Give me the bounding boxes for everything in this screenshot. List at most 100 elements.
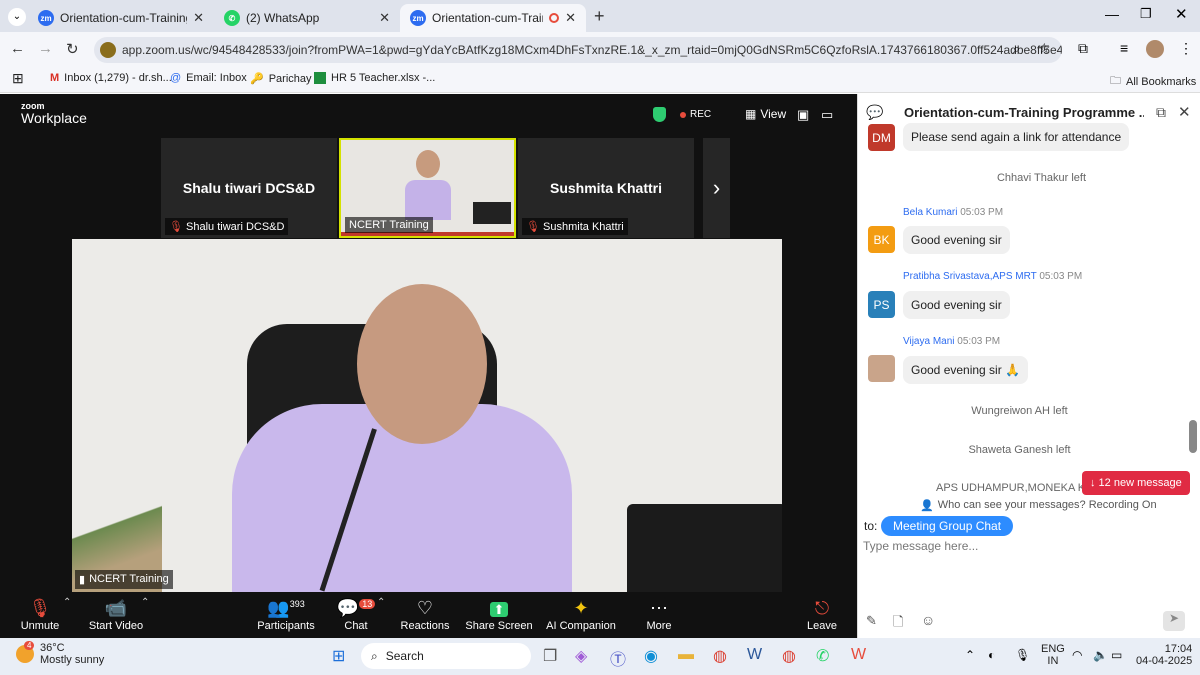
recording-indicator-icon [549, 13, 560, 23]
tab-zoom-1[interactable]: zm Orientation-cum-Training Progr ✕ [28, 4, 214, 32]
leave-button[interactable]: ⎋ Leave [782, 598, 862, 632]
recording-badge[interactable]: REC [680, 109, 711, 120]
avatar: PS [868, 291, 895, 318]
new-messages-button[interactable]: ↓ 12 new message [1082, 471, 1190, 495]
gallery-layout-icon[interactable]: ▣ [797, 107, 809, 123]
lang-code: ENG [1041, 643, 1065, 655]
message-time: 05:03 PM [957, 336, 1001, 347]
bookmark-parichay[interactable]: 🔑 Parichay [250, 72, 312, 86]
language-indicator[interactable]: ENG IN [1041, 643, 1065, 667]
chat-title: Orientation-cum-Training Programme ... [904, 105, 1144, 120]
chat-badge: 13 [359, 599, 376, 609]
new-tab-button[interactable]: + [594, 6, 605, 27]
minimize-icon[interactable]: — [1105, 6, 1119, 22]
url-field[interactable]: app.zoom.us/wc/94548428533/join?fromPWA=… [94, 37, 1062, 63]
share-screen-button[interactable]: ⬆ Share Screen [459, 598, 539, 632]
chat-scrollbar-thumb[interactable] [1189, 420, 1197, 453]
close-chat-icon[interactable]: ✕ [1178, 103, 1191, 121]
taskbar-search[interactable]: ⌕ Search [361, 643, 531, 669]
reactions-button[interactable]: ♡ Reactions [385, 598, 465, 632]
thumbnail-shalu[interactable]: Shalu tiwari DCS&D 🎙 Shalu tiwari DCS&D [161, 138, 337, 238]
profile-avatar[interactable] [1146, 40, 1164, 58]
system-icon[interactable]: ◐ [988, 648, 995, 662]
pip-layout-icon[interactable]: ▭ [821, 107, 833, 123]
reload-icon[interactable]: ↻ [66, 40, 79, 58]
extensions-icon[interactable]: ⧉ [1078, 40, 1088, 57]
avatar: DM [868, 124, 895, 151]
video-options-chevron-icon[interactable]: ⌃ [141, 597, 149, 608]
wps-icon[interactable]: W [851, 646, 866, 664]
thumbnail-sushmita[interactable]: Sushmita Khattri 🎙 Sushmita Khattri [518, 138, 694, 238]
apps-grid-icon[interactable]: ⊞ [12, 70, 24, 87]
view-button[interactable]: ▦ View [745, 107, 786, 121]
email-at-icon: @ [170, 72, 182, 84]
battery-icon[interactable]: ▭ [1111, 648, 1122, 662]
zoom-lens-icon[interactable]: ⌕ [1013, 41, 1020, 57]
volume-icon[interactable]: 🔈 [1093, 648, 1108, 662]
to-label: to: [864, 519, 878, 533]
avatar: BK [868, 226, 895, 253]
participants-button[interactable]: 👥393 Participants [246, 598, 326, 632]
close-tab-icon[interactable]: ✕ [565, 10, 576, 26]
microphone-tray-icon[interactable]: 🎙 [1015, 648, 1030, 662]
format-icon[interactable]: ✎ [866, 613, 877, 629]
close-window-icon[interactable]: ✕ [1175, 5, 1188, 23]
whatsapp-icon[interactable]: ✆ [816, 646, 829, 666]
close-tab-icon[interactable]: ✕ [193, 10, 204, 26]
show-hidden-icons[interactable]: ⌃ [965, 648, 975, 662]
word-icon[interactable]: W [747, 646, 762, 664]
tab-title: (2) WhatsApp [246, 11, 320, 25]
encryption-shield-icon[interactable] [653, 107, 666, 122]
system-message: Chhavi Thakur left [996, 172, 1087, 184]
active-speaker-video[interactable] [72, 239, 782, 592]
chat-message-bubble: Good evening sir [903, 291, 1010, 319]
whatsapp-favicon-icon: ✆ [224, 10, 240, 26]
chrome-active-icon[interactable]: ◍ [782, 646, 796, 666]
tab-whatsapp[interactable]: ✆ (2) WhatsApp ✕ [214, 4, 400, 32]
popout-icon[interactable]: ⧉ [1156, 104, 1166, 121]
edge-icon[interactable]: ◉ [644, 646, 658, 666]
send-icon[interactable]: ➤ [1163, 611, 1185, 631]
chrome-icon[interactable]: ◍ [713, 646, 727, 666]
file-explorer-icon[interactable]: ▬ [678, 646, 694, 664]
forward-icon[interactable]: → [38, 40, 53, 57]
wifi-icon[interactable]: ◠ [1072, 648, 1082, 662]
privacy-notice[interactable]: 👤 Who can see your messages? Recording O… [920, 499, 1157, 512]
ai-companion-button[interactable]: ✦ AI Companion [541, 598, 621, 632]
bookmark-email[interactable]: @ Email: Inbox [170, 72, 247, 84]
audio-options-chevron-icon[interactable]: ⌃ [63, 597, 71, 608]
browser-menu-icon[interactable]: ⋮ [1179, 40, 1193, 57]
media-controls-icon[interactable]: ≡ [1120, 40, 1128, 56]
next-thumbnails-button[interactable]: › [703, 138, 730, 238]
tab-zoom-active[interactable]: zm Orientation-cum-Training P ✕ [400, 4, 586, 32]
recipient-selector[interactable]: Meeting Group Chat [881, 516, 1014, 536]
file-icon[interactable]: 🗋 [893, 613, 903, 635]
thumbnail-label: NCERT Training [345, 217, 433, 233]
start-windows-icon[interactable]: ⊞ [332, 646, 345, 666]
message-input[interactable]: Type message here... [863, 539, 1188, 599]
bookmark-gmail[interactable]: M Inbox (1,279) - dr.sh... [50, 72, 172, 84]
close-tab-icon[interactable]: ✕ [379, 10, 390, 26]
weather-widget[interactable]: 4 36°C Mostly sunny [16, 641, 104, 666]
bookmark-star-icon[interactable]: ☆ [1038, 40, 1051, 57]
tab-list-button[interactable]: ⌄ [8, 8, 26, 26]
message-sender: Vijaya Mani 05:03 PM [903, 336, 1000, 347]
copilot-icon[interactable]: ◈ [575, 646, 587, 666]
task-view-icon[interactable]: ❐ [543, 646, 557, 666]
emoji-icon[interactable]: ☺ [921, 612, 935, 628]
all-bookmarks[interactable]: 🗀 All Bookmarks [1110, 72, 1196, 91]
restore-icon[interactable]: ❐ [1140, 6, 1152, 22]
search-label: Search [385, 649, 424, 663]
clock[interactable]: 17:04 04-04-2025 [1136, 643, 1192, 667]
browser-tab-strip: ⌄ zm Orientation-cum-Training Progr ✕ ✆ … [0, 0, 1200, 32]
teams-icon[interactable]: Ⓣ [610, 646, 626, 670]
bookmark-label: HR 5 Teacher.xlsx -... [331, 72, 436, 84]
all-bookmarks-label: All Bookmarks [1126, 75, 1197, 88]
back-icon[interactable]: ← [10, 40, 25, 57]
site-info-icon[interactable] [100, 42, 116, 58]
thumbnail-ncert[interactable]: NCERT Training [339, 138, 516, 238]
bookmark-sheet[interactable]: HR 5 Teacher.xlsx -... [314, 72, 435, 84]
message-sender: Pratibha Srivastava,APS MRT 05:03 PM [903, 271, 1082, 282]
more-button[interactable]: ⋯ More [619, 598, 699, 632]
folder-icon: 🗀 [1110, 75, 1121, 87]
